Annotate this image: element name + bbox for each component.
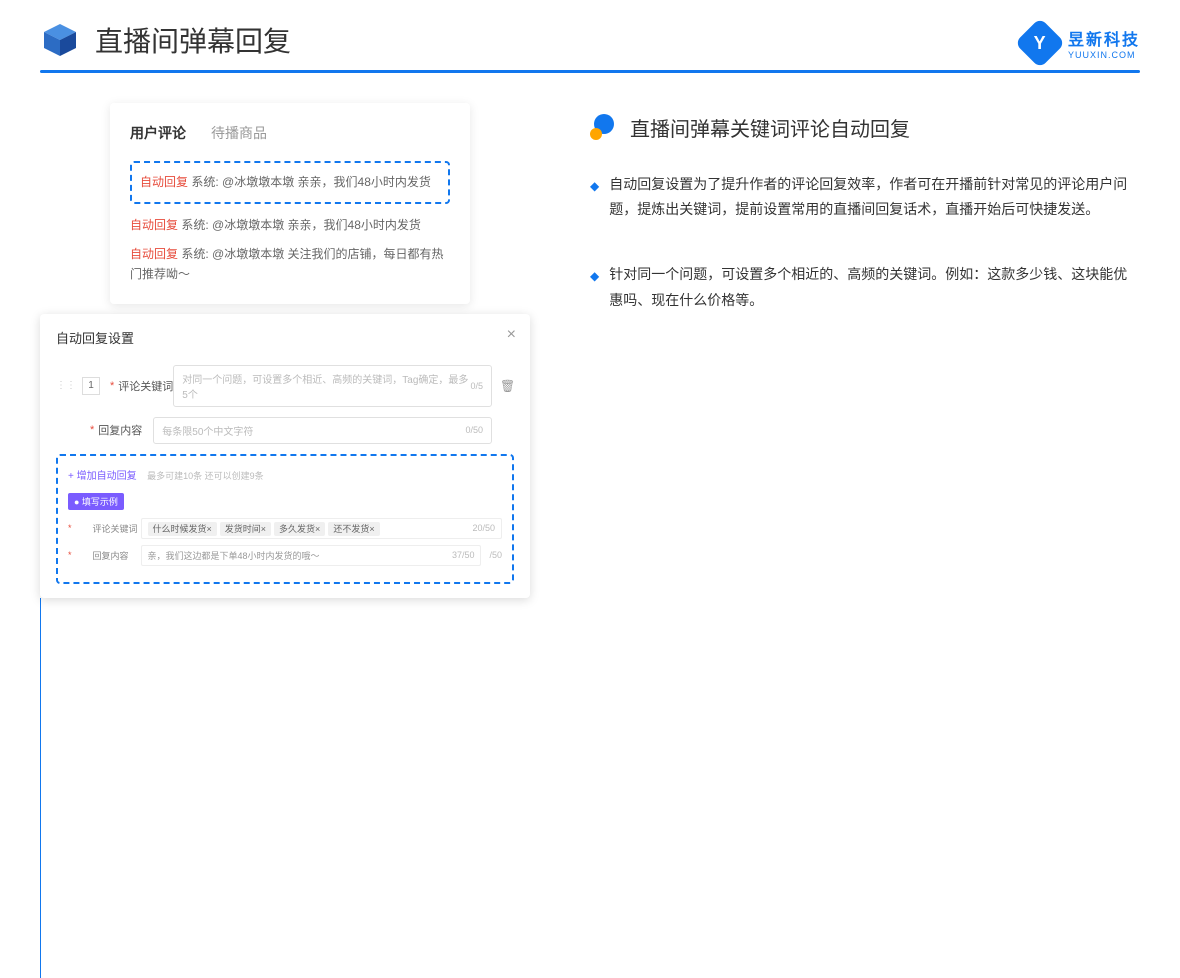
drag-handle-icon[interactable]: ⋮⋮ [56,380,76,391]
bullet-point: ◆ 针对同一个问题，可设置多个相近的、高频的关键词。例如：这款多少钱、这块能优惠… [590,262,1140,312]
content-input[interactable]: 每条限50个中文字符0/50 [153,417,492,444]
example-content-input: 亲，我们这边都是下单48小时内发货的哦～37/50 [141,545,482,566]
brand-logo: Y 昱新科技 YUUXIN.COM [1022,25,1140,61]
row-number: 1 [82,377,100,395]
delete-icon[interactable]: 🗑 [500,379,514,393]
auto-reply-tag: 自动回复 [140,175,188,189]
comments-panel: 用户评论 待播商品 自动回复 系统: @冰墩墩本墩 亲亲，我们48小时内发货 自… [110,103,470,304]
page-title: 直播间弹幕回复 [95,20,291,60]
comment-item: 自动回复 系统: @冰墩墩本墩 关注我们的店铺，每日都有热门推荐呦～ [130,245,450,283]
comment-item: 自动回复 系统: @冰墩墩本墩 亲亲，我们48小时内发货 [130,216,450,235]
add-reply-link[interactable]: + 增加自动回复 [68,471,137,482]
content-label: 回复内容 [98,422,153,438]
modal-title: 自动回复设置 [56,328,514,347]
header-divider [40,70,1140,73]
cube-icon [40,20,80,60]
highlighted-comment: 自动回复 系统: @冰墩墩本墩 亲亲，我们48小时内发货 [130,161,450,204]
connector-line [40,598,41,978]
logo-icon: Y [1015,18,1066,69]
tab-comments[interactable]: 用户评论 [130,123,186,143]
keyword-label: 评论关键词 [118,378,173,394]
example-badge: ● 填写示例 [68,493,124,510]
section-title: 直播间弹幕关键词评论自动回复 [630,113,910,142]
logo-en: YUUXIN.COM [1068,50,1140,60]
close-icon[interactable]: × [507,326,516,344]
keyword-input[interactable]: 对同一个问题，可设置多个相近、高频的关键词，Tag确定，最多5个0/5 [173,365,492,407]
bullet-point: ◆ 自动回复设置为了提升作者的评论回复效率，作者可在开播前针对常见的评论用户问题… [590,172,1140,222]
auto-reply-settings-modal: 自动回复设置 × ⋮⋮ 1 * 评论关键词 对同一个问题，可设置多个相近、高频的… [40,314,530,598]
example-keyword-input: 什么时候发货×发货时间×多久发货×还不发货× 20/50 [141,518,502,539]
diamond-icon: ◆ [590,266,599,312]
diamond-icon: ◆ [590,176,599,222]
tab-products[interactable]: 待播商品 [211,123,267,143]
logo-cn: 昱新科技 [1068,26,1140,50]
example-section: + 增加自动回复 最多可建10条 还可以创建9条 ● 填写示例 *评论关键词 什… [56,454,514,584]
comment-bubble-icon [590,114,618,142]
